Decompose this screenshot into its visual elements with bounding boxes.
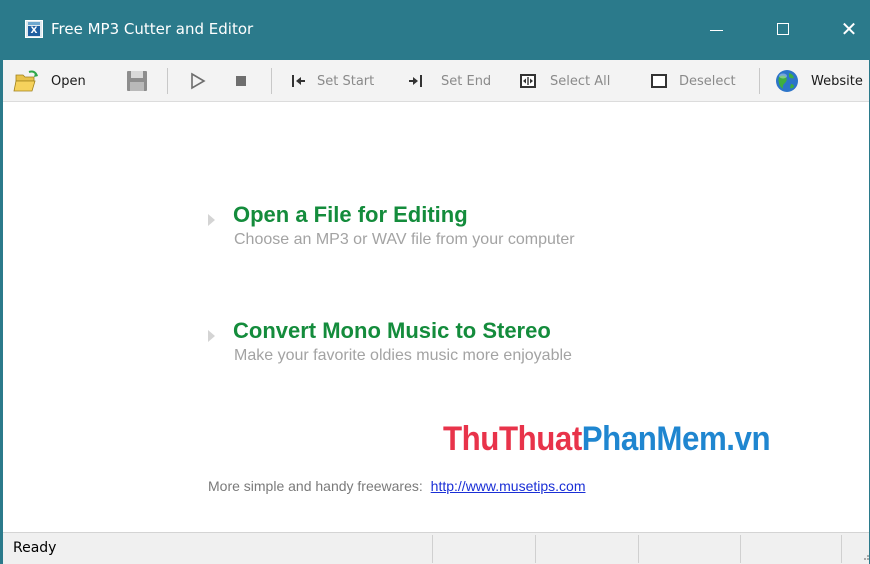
- toolbar-separator: [271, 68, 272, 94]
- set-start-button[interactable]: Set Start: [289, 60, 374, 102]
- welcome-panel: Open a File for Editing Choose an MP3 or…: [3, 102, 869, 530]
- toolbar: Open Set Start Set End Select All Desele…: [3, 60, 869, 102]
- globe-icon: [773, 67, 801, 95]
- chevron-right-icon: [208, 214, 215, 226]
- resize-grip-icon[interactable]: [861, 552, 869, 560]
- minimize-icon: [710, 30, 723, 31]
- set-end-icon: [405, 72, 425, 90]
- open-label: Open: [51, 73, 86, 89]
- close-icon: ✕: [840, 17, 858, 41]
- toolbar-separator: [759, 68, 760, 94]
- watermark: ThuThuatPhanMem.vn: [443, 420, 771, 459]
- select-all-button[interactable]: Select All: [518, 60, 610, 102]
- website-button[interactable]: Website: [773, 60, 863, 102]
- watermark-part-2: PhanMem.vn: [581, 420, 771, 458]
- set-start-label: Set Start: [317, 73, 375, 89]
- save-disk-icon: [124, 68, 150, 94]
- maximize-icon: [777, 23, 789, 35]
- chevron-right-icon: [208, 330, 215, 342]
- task-title[interactable]: Convert Mono Music to Stereo: [233, 318, 551, 344]
- set-end-button[interactable]: Set End: [405, 60, 491, 102]
- status-separator: [535, 535, 536, 563]
- deselect-label: Deselect: [679, 73, 736, 89]
- task-subtitle: Make your favorite oldies music more enj…: [234, 347, 572, 364]
- app-icon: X: [25, 20, 43, 38]
- status-separator: [841, 535, 842, 563]
- deselect-button[interactable]: Deselect: [649, 60, 736, 102]
- close-button[interactable]: ✕: [825, 0, 869, 60]
- play-button[interactable]: [188, 60, 208, 102]
- open-button[interactable]: Open: [13, 60, 86, 102]
- task-subtitle: Choose an MP3 or WAV file from your comp…: [234, 231, 575, 248]
- watermark-part-1: ThuThuat: [443, 420, 582, 458]
- footer-line: More simple and handy freewares: http://…: [208, 478, 586, 494]
- status-text: Ready: [13, 540, 57, 556]
- folder-open-icon: [13, 68, 41, 94]
- set-end-label: Set End: [441, 73, 492, 89]
- status-separator: [740, 535, 741, 563]
- task-title[interactable]: Open a File for Editing: [233, 202, 468, 228]
- stop-icon: [232, 72, 250, 90]
- website-label: Website: [811, 73, 863, 89]
- status-separator: [638, 535, 639, 563]
- select-all-label: Select All: [550, 73, 611, 89]
- app-window: X Free MP3 Cutter and Editor ✕ Open Set …: [0, 0, 870, 564]
- save-button[interactable]: [124, 60, 150, 102]
- deselect-icon: [649, 72, 669, 90]
- status-bar: Ready: [3, 532, 869, 564]
- footer-text: More simple and handy freewares:: [208, 478, 423, 494]
- toolbar-separator: [167, 68, 168, 94]
- set-start-icon: [289, 72, 309, 90]
- play-icon: [188, 71, 208, 91]
- stop-button[interactable]: [232, 60, 250, 102]
- select-all-icon: [518, 72, 538, 90]
- website-link[interactable]: http://www.musetips.com: [431, 478, 586, 494]
- minimize-button[interactable]: [693, 0, 741, 60]
- title-bar[interactable]: X Free MP3 Cutter and Editor ✕: [3, 0, 869, 60]
- window-title: Free MP3 Cutter and Editor: [51, 20, 254, 38]
- maximize-button[interactable]: [760, 0, 808, 60]
- status-separator: [432, 535, 433, 563]
